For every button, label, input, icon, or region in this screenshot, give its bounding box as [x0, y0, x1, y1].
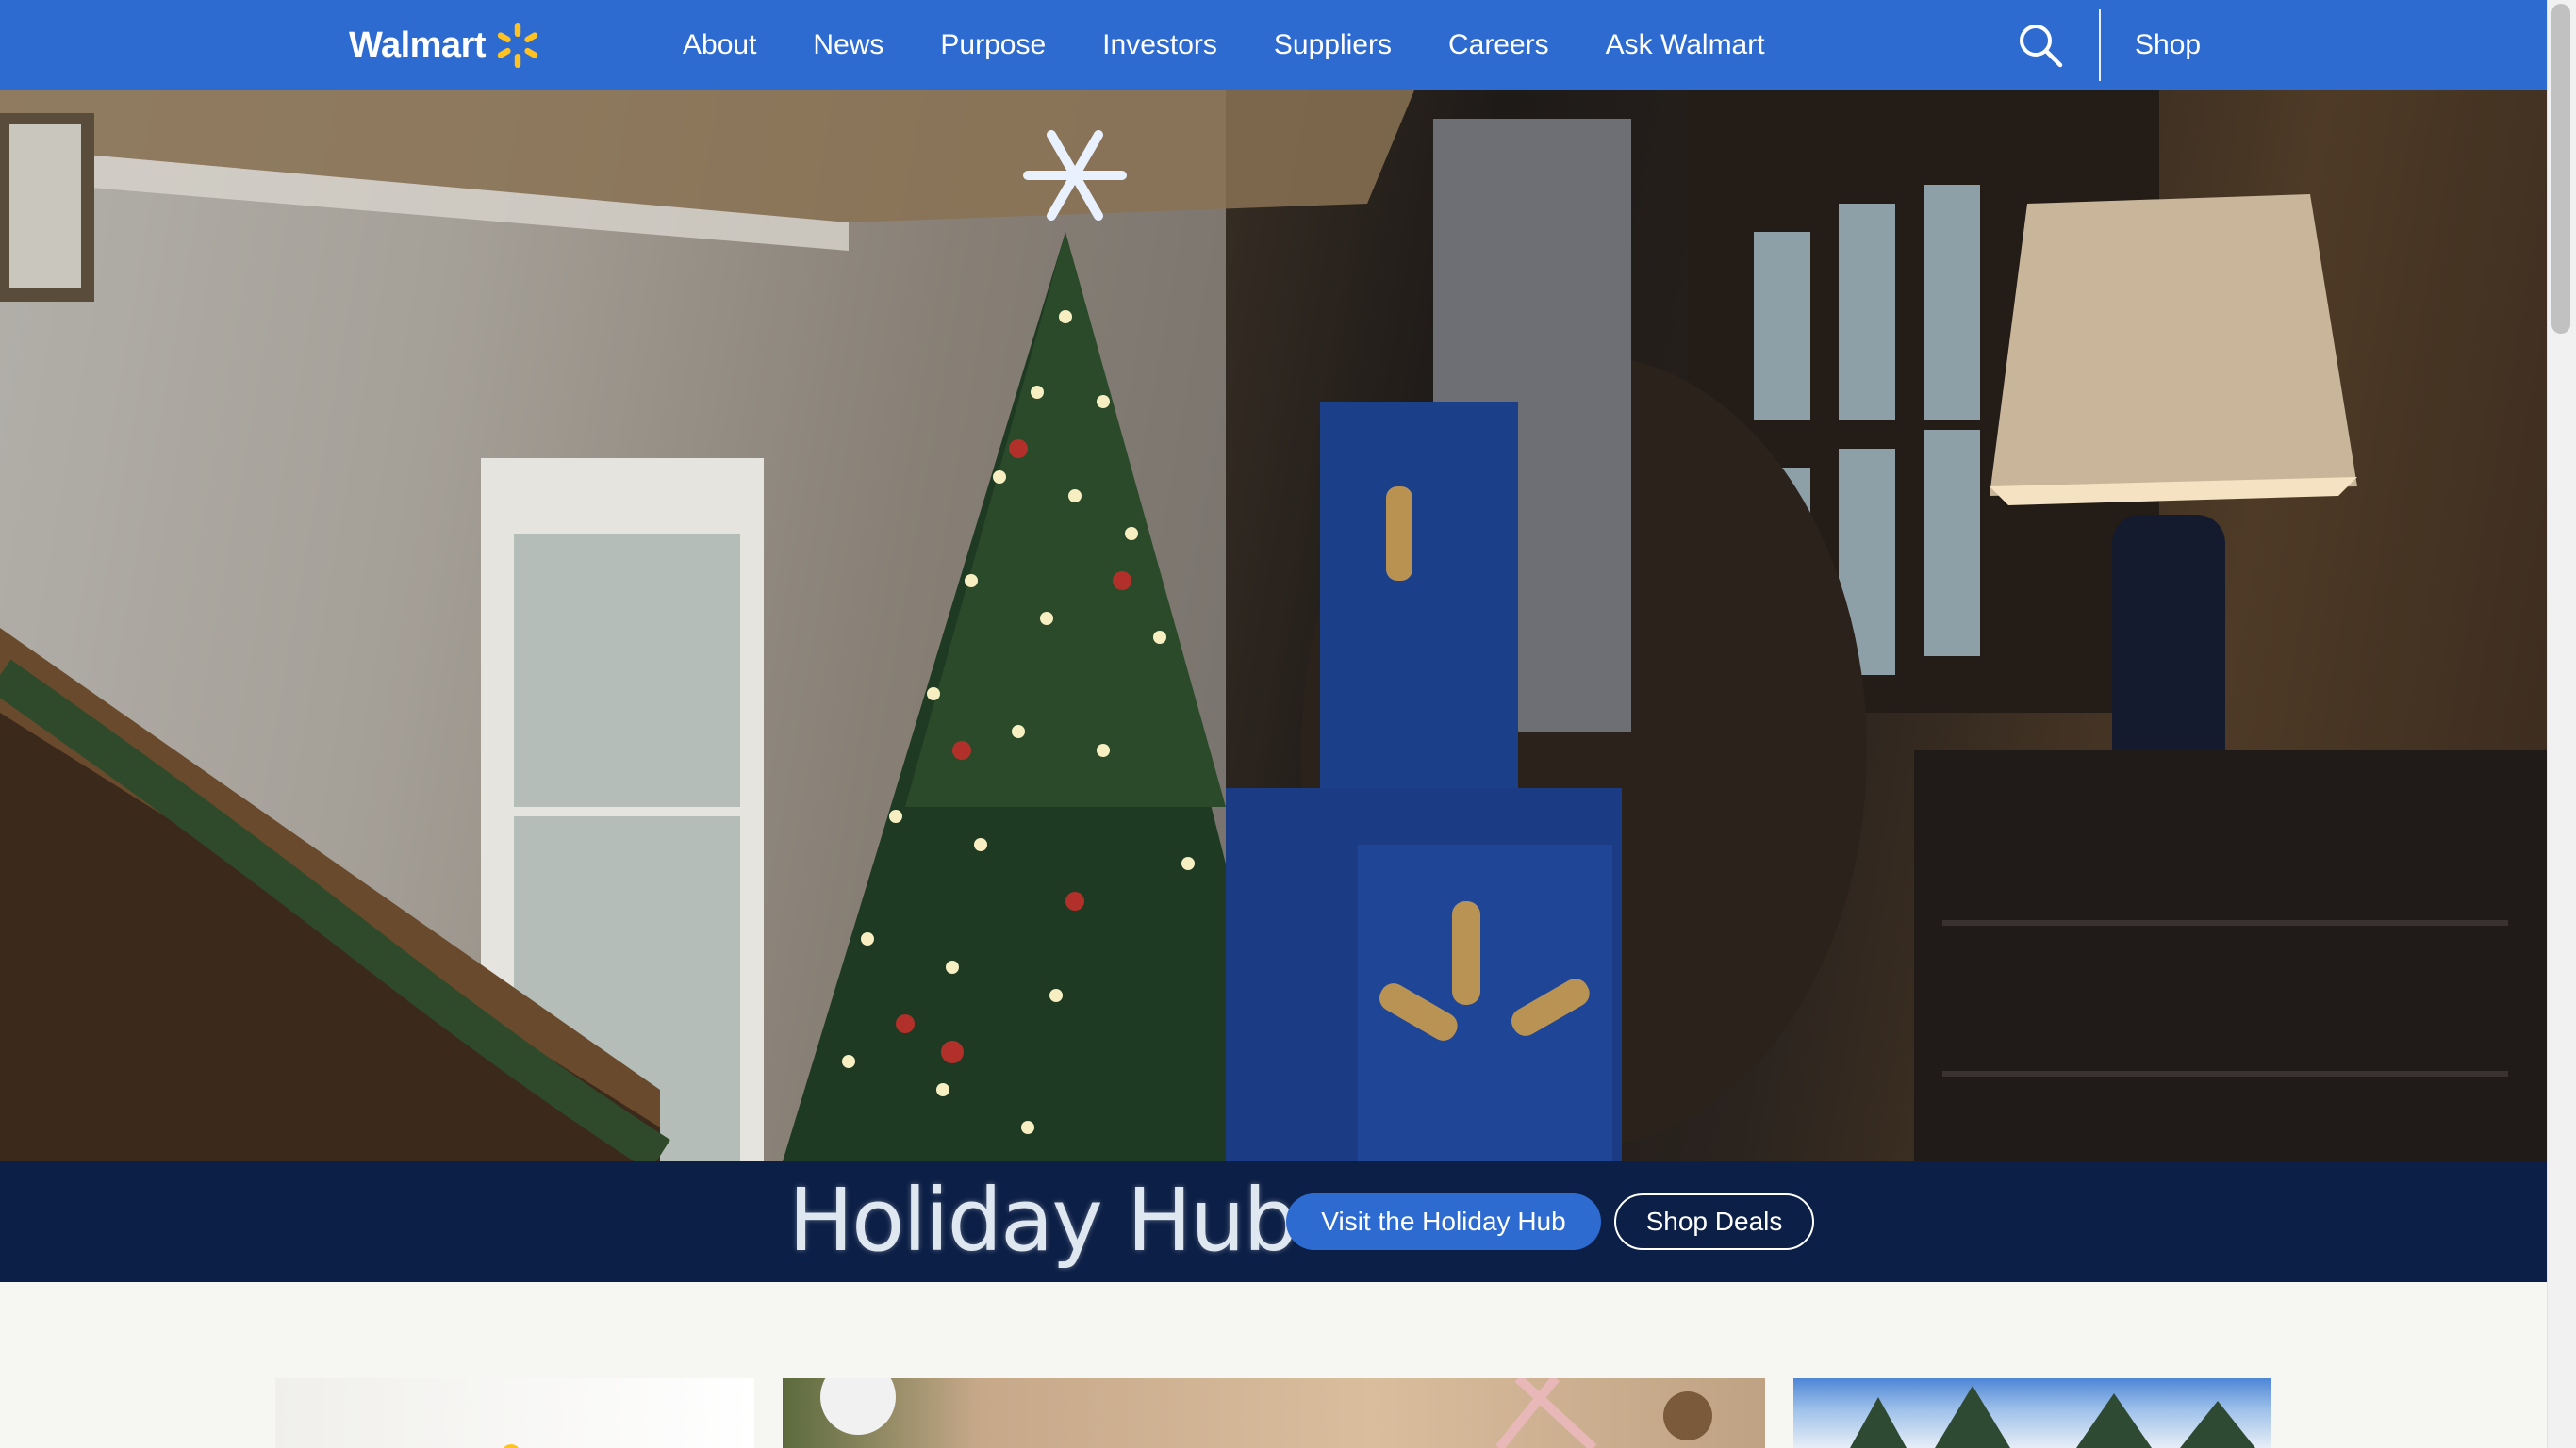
nav-link-purpose[interactable]: Purpose — [940, 29, 1046, 61]
promo-image — [820, 1378, 1712, 1448]
promo-image — [1850, 1386, 2255, 1448]
nav-link-news[interactable]: News — [813, 29, 883, 61]
walmart-logo[interactable]: Walmart — [349, 19, 542, 72]
main-nav: About News Purpose Investors Suppliers C… — [683, 0, 1765, 90]
nav-link-about[interactable]: About — [683, 29, 756, 61]
holiday-hub-title: Holiday Hub — [788, 1170, 1298, 1271]
hero-video-icon — [0, 90, 2547, 1161]
nav-link-ask-walmart[interactable]: Ask Walmart — [1606, 29, 1765, 61]
shop-deals-button[interactable]: Shop Deals — [1614, 1193, 1814, 1250]
promo-card[interactable] — [783, 1378, 1765, 1448]
promo-image — [504, 1444, 519, 1448]
shop-link[interactable]: Shop — [2135, 0, 2201, 90]
nav-link-careers[interactable]: Careers — [1448, 29, 1549, 61]
page-scrollbar-thumb[interactable] — [2551, 4, 2570, 334]
nav-link-investors[interactable]: Investors — [1102, 29, 1217, 61]
search-icon[interactable] — [2016, 21, 2065, 70]
walmart-spark-icon — [497, 23, 538, 68]
promo-card[interactable] — [1793, 1378, 2271, 1448]
top-navigation: Walmart About News Purpose Investors Sup… — [0, 0, 2547, 90]
nav-link-suppliers[interactable]: Suppliers — [1274, 29, 1392, 61]
hero-video[interactable] — [0, 90, 2547, 1161]
nav-divider — [2099, 9, 2101, 81]
promo-card[interactable] — [275, 1378, 754, 1448]
visit-holiday-hub-button[interactable]: Visit the Holiday Hub — [1286, 1193, 1601, 1250]
brand-name: Walmart — [349, 25, 487, 65]
